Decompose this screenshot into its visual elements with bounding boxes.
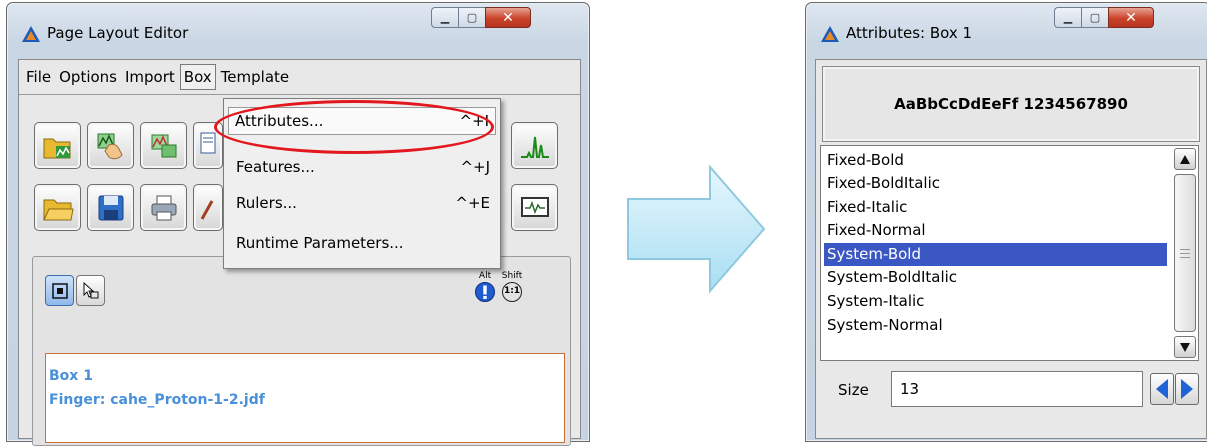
text-doc-icon <box>200 132 216 153</box>
tool-button-partial[interactable] <box>193 184 223 231</box>
font-list-item[interactable]: System-Italic <box>824 290 1167 313</box>
attributes-close-button[interactable]: ✕ <box>1108 7 1154 28</box>
app-logo-icon <box>22 26 40 42</box>
editor-window-controls: ▁ ▢ ✕ <box>431 7 531 28</box>
features-shortcut: ^+J <box>460 158 490 176</box>
box-info-panel[interactable]: Box 1 Finger: cahe_Proton-1-2.jdf <box>45 353 565 443</box>
hand-tool-button[interactable] <box>87 122 134 169</box>
size-label: Size <box>838 381 869 399</box>
scroll-up-button[interactable] <box>1174 148 1196 170</box>
attributes-window-controls: ▁ ▢ ✕ <box>1054 7 1154 28</box>
menu-item-features[interactable]: Features... ^+J <box>236 155 490 179</box>
down-triangle-icon <box>1180 342 1190 352</box>
font-list-item[interactable]: System-BoldItalic <box>824 266 1167 289</box>
runtime-parameters-label: Runtime Parameters... <box>236 234 404 252</box>
alert-icon <box>475 282 495 302</box>
shift-indicator: Shift 1:1 <box>499 271 525 302</box>
one-to-one-glyph: 1:1 <box>503 286 521 296</box>
print-button[interactable] <box>140 184 187 231</box>
alt-indicator: Alt <box>473 271 497 307</box>
editor-title: Page Layout Editor <box>47 24 189 42</box>
right-arrow-small-icon <box>1181 379 1193 399</box>
font-list-item[interactable]: Fixed-Bold <box>824 149 1167 172</box>
font-list-item[interactable]: System-Normal <box>824 314 1167 337</box>
open-data-icon <box>43 138 70 158</box>
maximize-button[interactable]: ▢ <box>458 7 485 28</box>
display-button[interactable] <box>511 184 558 231</box>
printer-icon <box>151 195 176 220</box>
menu-item-runtime-parameters[interactable]: Runtime Parameters... <box>236 231 490 255</box>
open-data-button[interactable] <box>34 122 81 169</box>
hand-chart-icon <box>97 133 123 159</box>
font-preview-box: AaBbCcDdEeFf 1234567890 <box>822 66 1200 142</box>
shift-label: Shift <box>501 271 523 281</box>
spectrum-button[interactable] <box>511 122 558 169</box>
size-input[interactable]: 13 <box>891 371 1143 407</box>
select-box-icon <box>51 282 68 299</box>
font-preview-text: AaBbCcDdEeFf 1234567890 <box>894 95 1128 113</box>
rulers-shortcut: ^+E <box>455 194 490 212</box>
size-increment-button[interactable] <box>1175 373 1199 405</box>
font-list-item[interactable]: Fixed-BoldItalic <box>824 172 1167 195</box>
font-list[interactable]: Fixed-Bold Fixed-BoldItalic Fixed-Italic… <box>820 145 1199 361</box>
menu-template[interactable]: Template <box>218 65 292 89</box>
attributes-maximize-button[interactable]: ▢ <box>1081 7 1108 28</box>
select-mode-button[interactable] <box>45 275 74 306</box>
menu-box[interactable]: Box <box>179 64 216 90</box>
close-button[interactable]: ✕ <box>485 7 531 28</box>
menu-item-rulers[interactable]: Rulers... ^+E <box>236 191 490 215</box>
one-to-one-icon: 1:1 <box>502 282 522 302</box>
scroll-thumb[interactable] <box>1174 174 1196 332</box>
highlight-ellipse <box>214 100 494 154</box>
attributes-minimize-button[interactable]: ▁ <box>1054 7 1081 28</box>
right-arrow-icon <box>627 165 766 294</box>
attributes-title: Attributes: Box 1 <box>846 24 973 42</box>
chart-icon <box>151 134 176 157</box>
font-list-scrollbar[interactable] <box>1174 148 1196 358</box>
chart-tool-button[interactable] <box>140 122 187 169</box>
spectrum-peaks-icon <box>520 136 549 158</box>
font-list-item[interactable]: Fixed-Normal <box>824 219 1167 242</box>
menu-options[interactable]: Options <box>56 65 120 89</box>
open-folder-button[interactable] <box>34 184 81 231</box>
box-name-label: Box 1 <box>49 368 93 384</box>
tool-icon <box>200 199 214 220</box>
left-arrow-icon <box>1156 379 1168 399</box>
size-decrement-button[interactable] <box>1150 373 1174 405</box>
alt-label: Alt <box>478 271 492 281</box>
editor-menubar: File Options Import Box Template <box>19 60 580 94</box>
layout-panel: Alt Shift 1:1 Box 1 Finger: cahe_Proton-… <box>32 256 571 446</box>
monitor-waveform-icon <box>520 196 549 217</box>
menubar-divider <box>19 94 580 95</box>
font-list-item[interactable]: Fixed-Italic <box>824 196 1167 219</box>
features-label: Features... <box>236 158 315 176</box>
rulers-label: Rulers... <box>236 194 297 212</box>
minimize-button[interactable]: ▁ <box>431 7 458 28</box>
size-value: 13 <box>900 380 920 398</box>
editor-titlebar[interactable]: Page Layout Editor ▁ ▢ ✕ <box>7 3 589 61</box>
folder-icon <box>42 199 74 220</box>
finger-file-label: Finger: cahe_Proton-1-2.jdf <box>49 392 265 408</box>
font-list-item-selected[interactable]: System-Bold <box>824 243 1167 266</box>
attributes-logo-icon <box>821 26 839 42</box>
pointer-box-icon <box>83 281 98 298</box>
menu-import[interactable]: Import <box>122 65 178 89</box>
save-button[interactable] <box>87 184 134 231</box>
pointer-mode-button[interactable] <box>76 275 105 306</box>
menu-file[interactable]: File <box>23 65 54 89</box>
scroll-down-button[interactable] <box>1174 336 1196 358</box>
attributes-titlebar[interactable]: Attributes: Box 1 ▁ ▢ ✕ <box>806 3 1207 61</box>
up-triangle-icon <box>1180 154 1190 164</box>
save-icon <box>98 195 123 220</box>
